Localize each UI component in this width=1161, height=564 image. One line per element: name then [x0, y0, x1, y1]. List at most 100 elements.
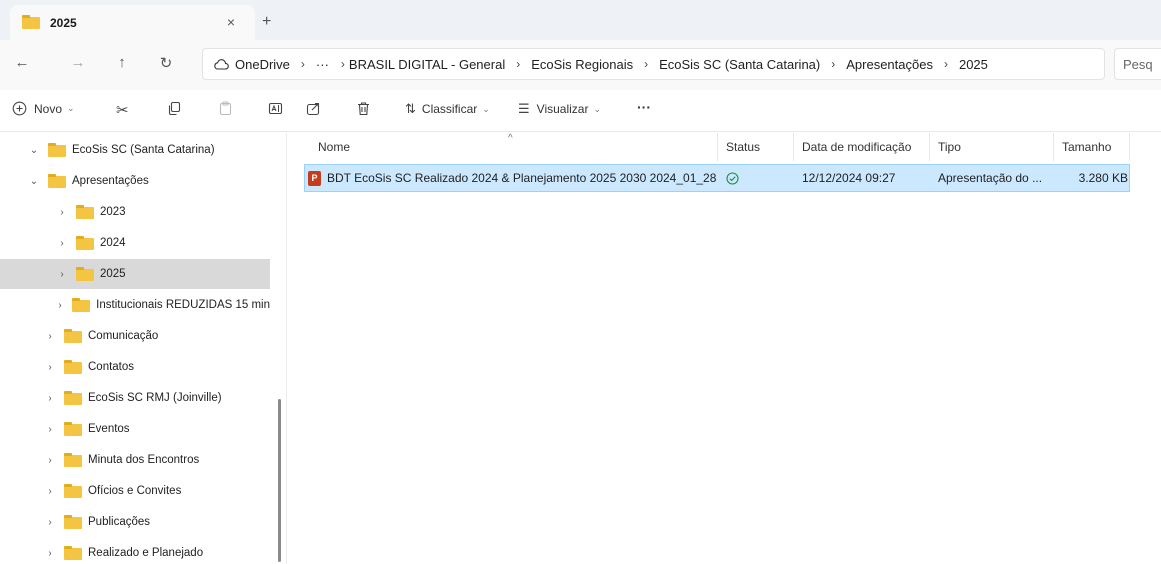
breadcrumb-apresentacoes[interactable]: Apresentações: [846, 57, 933, 72]
breadcrumb-separator: ›: [340, 57, 345, 71]
close-tab-icon[interactable]: ×: [227, 14, 235, 30]
folder-icon: [64, 390, 82, 405]
share-button[interactable]: [306, 101, 321, 116]
folder-icon: [72, 297, 91, 312]
chevron-down-icon: ⌄: [67, 103, 75, 113]
delete-button[interactable]: [356, 101, 371, 116]
breadcrumb-separator: ›: [644, 57, 649, 71]
sync-ok-icon: [726, 171, 739, 185]
folder-icon: [48, 173, 66, 188]
sidebar-item-label: Minuta dos Encontros: [88, 454, 200, 466]
column-header-modified[interactable]: Data de modificação: [794, 133, 930, 161]
sidebar-item-institucionais[interactable]: › Institucionais REDUZIDAS 15 min: [0, 290, 270, 320]
tab-2025[interactable]: 2025 ×: [10, 5, 255, 40]
cloud-icon: [214, 59, 229, 70]
chevron-right-icon[interactable]: ›: [44, 393, 56, 404]
chevron-down-icon: ⌄: [482, 103, 490, 114]
sidebar-item-label: 2024: [100, 237, 126, 249]
view-button-label: Visualizar: [536, 102, 589, 116]
paste-button[interactable]: [218, 101, 233, 116]
sidebar-item-label: Contatos: [88, 361, 135, 373]
search-input[interactable]: Pesq: [1114, 48, 1161, 80]
plus-circle-icon: [12, 101, 27, 116]
sort-button-label: Classificar: [421, 102, 478, 116]
sidebar-item-label: Apresentações: [72, 175, 149, 187]
sidebar-item-contatos[interactable]: › Contatos: [0, 352, 270, 382]
sidebar-item-2025[interactable]: › 2025: [0, 259, 270, 289]
chevron-right-icon[interactable]: ›: [44, 455, 56, 466]
size-cell: 3.280 KB: [1078, 171, 1128, 185]
command-bar: Novo ⌄ ✂ ⇅ Classificar ⌄ ☰ Visualizar ⌄ …: [0, 90, 1161, 132]
sidebar-item-eventos[interactable]: › Eventos: [0, 414, 270, 444]
chevron-down-icon[interactable]: ⌄: [28, 176, 40, 187]
table-row[interactable]: P BDT EcoSis SC Realizado 2024 & Planeja…: [304, 164, 1130, 192]
sidebar-item-comunicacao[interactable]: › Comunicação: [0, 321, 270, 351]
column-header-type[interactable]: Tipo: [930, 133, 1054, 161]
cut-button[interactable]: ✂: [116, 101, 129, 119]
breadcrumb-onedrive[interactable]: OneDrive: [235, 57, 290, 72]
chevron-right-icon[interactable]: ›: [44, 548, 56, 559]
chevron-right-icon[interactable]: ›: [56, 238, 68, 249]
breadcrumb-2025[interactable]: 2025: [959, 57, 988, 72]
file-name: BDT EcoSis SC Realizado 2024 & Planejame…: [327, 171, 717, 185]
navigation-scrollbar-thumb[interactable]: [278, 399, 281, 562]
forward-button[interactable]: →: [68, 54, 88, 71]
column-header-name[interactable]: Nome: [304, 133, 718, 161]
navigation-pane: ⌄ EcoSis SC (Santa Catarina) ⌄ Apresenta…: [0, 133, 287, 564]
refresh-button[interactable]: ↻: [156, 54, 176, 72]
chevron-right-icon[interactable]: ›: [56, 300, 64, 311]
folder-icon: [64, 328, 82, 343]
file-list: ^ Nome Status Data de modificação Tipo T…: [288, 133, 1161, 564]
column-header-status[interactable]: Status: [718, 133, 794, 161]
chevron-right-icon[interactable]: ›: [44, 486, 56, 497]
chevron-right-icon[interactable]: ›: [44, 331, 56, 342]
folder-icon: [22, 14, 40, 29]
copy-button[interactable]: [167, 101, 182, 116]
view-button[interactable]: ☰ Visualizar ⌄: [518, 101, 601, 117]
tab-bar: 2025 × +: [0, 0, 1161, 40]
sort-arrows-icon: ⇅: [405, 101, 416, 116]
chevron-right-icon[interactable]: ›: [44, 362, 56, 373]
breadcrumb-ecosis-sc[interactable]: EcoSis SC (Santa Catarina): [659, 57, 820, 72]
sidebar-item-minuta[interactable]: › Minuta dos Encontros: [0, 445, 270, 475]
sidebar-item-label: Realizado e Planejado: [88, 547, 204, 559]
folder-icon: [64, 545, 82, 560]
scissors-icon: ✂: [116, 102, 129, 119]
sidebar-item-label: EcoSis SC RMJ (Joinville): [88, 392, 222, 404]
file-name-cell[interactable]: P BDT EcoSis SC Realizado 2024 & Planeja…: [308, 165, 718, 191]
chevron-right-icon[interactable]: ›: [56, 207, 68, 218]
sidebar-item-label: EcoSis SC (Santa Catarina): [72, 144, 215, 156]
chevron-right-icon[interactable]: ›: [44, 424, 56, 435]
folder-icon: [64, 421, 82, 436]
sidebar-item-ecosis-sc[interactable]: ⌄ EcoSis SC (Santa Catarina): [0, 135, 270, 165]
sidebar-item-2024[interactable]: › 2024: [0, 228, 270, 258]
sidebar-item-ecosis-rmj[interactable]: › EcoSis SC RMJ (Joinville): [0, 383, 270, 413]
new-tab-button[interactable]: +: [262, 13, 271, 31]
breadcrumb-ecosis-regionais[interactable]: EcoSis Regionais: [531, 57, 633, 72]
address-bar[interactable]: OneDrive › ··· › BRASIL DIGITAL - Genera…: [202, 48, 1105, 80]
chevron-down-icon[interactable]: ⌄: [28, 145, 40, 156]
column-header-size[interactable]: Tamanho: [1054, 133, 1130, 161]
breadcrumb-brasil-digital[interactable]: BRASIL DIGITAL - General: [349, 57, 505, 72]
new-button-label: Novo: [34, 101, 63, 116]
sidebar-item-apresentacoes[interactable]: ⌄ Apresentações: [0, 166, 270, 196]
sidebar-item-label: Ofícios e Convites: [88, 485, 182, 497]
sidebar-item-realizado[interactable]: › Realizado e Planejado: [0, 538, 270, 564]
chevron-right-icon[interactable]: ›: [56, 269, 68, 280]
up-button[interactable]: ↑: [112, 54, 132, 71]
chevron-right-icon[interactable]: ›: [44, 517, 56, 528]
breadcrumb-more[interactable]: ···: [316, 57, 329, 72]
sidebar-item-2023[interactable]: › 2023: [0, 197, 270, 227]
more-options-button[interactable]: ···: [637, 99, 651, 115]
type-cell: Apresentação do ...: [938, 171, 1043, 185]
sort-button[interactable]: ⇅ Classificar ⌄: [405, 101, 490, 117]
breadcrumb-separator: ›: [300, 57, 305, 71]
sidebar-item-oficios[interactable]: › Ofícios e Convites: [0, 476, 270, 506]
rename-button[interactable]: [268, 101, 283, 116]
folder-icon: [64, 452, 82, 467]
folder-icon: [64, 359, 82, 374]
back-button[interactable]: ←: [12, 54, 32, 71]
sidebar-item-publicacoes[interactable]: › Publicações: [0, 507, 270, 537]
new-button[interactable]: Novo ⌄: [12, 101, 75, 116]
rename-icon: [268, 102, 283, 115]
